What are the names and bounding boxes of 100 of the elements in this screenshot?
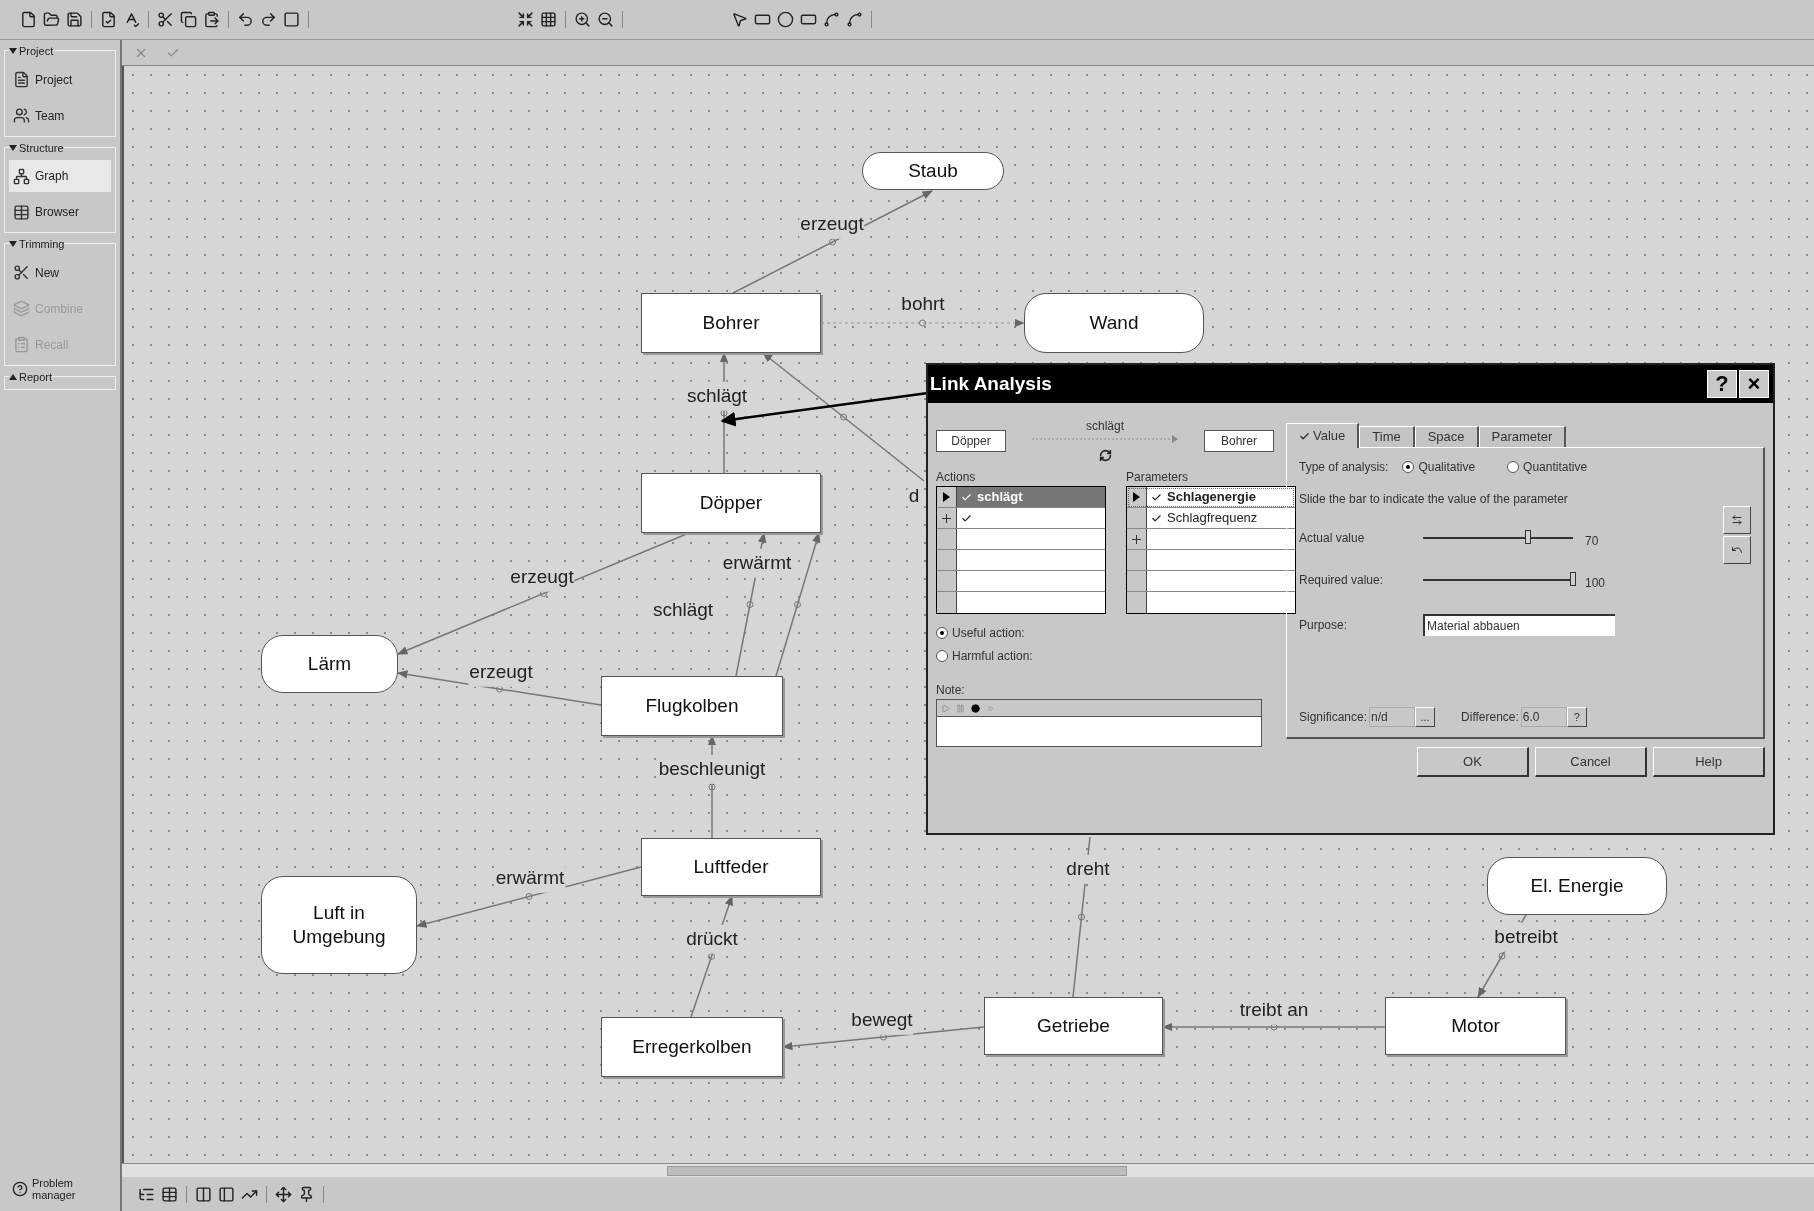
list-icon[interactable] [161,1185,178,1203]
difference-field[interactable]: 6.0 [1520,707,1567,727]
field-label: Type of analysis: [1299,459,1389,476]
zoom-out-icon[interactable] [597,11,614,28]
pointer-icon[interactable] [731,11,748,28]
help-icon [12,1181,28,1197]
scissors-icon [13,264,30,281]
graph-node[interactable]: Luftfeder [641,838,821,896]
help-button[interactable]: ? [1566,707,1587,727]
browse-button[interactable]: ... [1415,707,1436,727]
record-icon[interactable] [971,703,980,713]
significance-field[interactable]: n/d [1369,707,1416,727]
graph-node[interactable]: Luft in Umgebung [261,876,417,974]
title-bar-button[interactable]: × [1739,370,1769,398]
square-icon[interactable] [283,11,300,28]
note-field[interactable] [936,699,1262,747]
curve-icon[interactable] [823,11,840,28]
slider-thumb[interactable] [1525,530,1531,544]
pin-icon[interactable] [298,1185,315,1203]
graph-node[interactable]: Döpper [641,473,821,533]
panel-icon[interactable] [195,1185,212,1203]
title-bar-button[interactable]: ? [1707,370,1737,398]
row-header[interactable] [1127,592,1147,613]
row-header[interactable] [1127,508,1147,528]
move-icon[interactable] [275,1185,292,1203]
sidebar-item[interactable]: Team [9,99,111,132]
grid-row[interactable] [937,529,1105,550]
caret-icon[interactable] [9,373,17,380]
grid-row[interactable] [1127,529,1295,550]
sidebar-item[interactable]: New [9,256,111,289]
graph-node[interactable]: Wand [1024,293,1204,353]
sidebar-item[interactable]: Graph [9,160,111,192]
row-header[interactable] [1127,487,1147,507]
graph-node[interactable]: Bohrer [641,293,821,353]
sidebar-icon[interactable] [218,1185,235,1203]
horizontal-scrollbar[interactable] [122,1163,1814,1177]
document-check-icon[interactable] [100,11,117,28]
tab[interactable]: Time [1359,426,1415,447]
dialog-button[interactable]: OK [1417,747,1529,777]
slider-thumb[interactable] [1570,572,1576,586]
row-header[interactable] [937,592,957,613]
grid-row[interactable]: schlägt [937,487,1105,508]
tab[interactable]: Space [1414,426,1479,447]
row-header[interactable] [1127,529,1147,549]
save-icon[interactable] [66,11,83,28]
row-header[interactable] [937,487,957,507]
row-header[interactable] [937,550,957,570]
refresh-icon[interactable] [1098,449,1112,462]
group-title: Project [19,44,54,59]
graph-node[interactable]: Erregerkolben [601,1017,783,1077]
document-icon [13,71,30,88]
tab[interactable]: Value [1286,423,1360,448]
grid-row[interactable] [1127,571,1295,592]
caret-icon[interactable] [9,241,17,248]
new-file-icon[interactable] [20,11,37,28]
ellipse-icon[interactable] [777,11,794,28]
row-header[interactable] [1127,571,1147,591]
radio-button[interactable] [936,627,948,639]
graph-node[interactable]: Motor [1385,997,1566,1055]
radio-button[interactable] [936,650,948,662]
side-button[interactable] [1723,506,1751,534]
grid-row[interactable]: Schlagenergie [1127,487,1295,508]
tab[interactable]: Parameter [1478,426,1567,447]
dialog-button[interactable]: Help [1653,747,1765,777]
redo-icon[interactable] [260,11,277,28]
copy-icon[interactable] [180,11,197,28]
row-header[interactable] [1127,550,1147,570]
grid-row[interactable] [937,550,1105,571]
problem-manager-button[interactable]: Problem manager [4,1177,104,1201]
zoom-in-icon[interactable] [574,11,591,28]
caret-icon[interactable] [9,48,17,55]
sidebar-item[interactable]: Project [9,63,111,96]
sidebar-item[interactable]: Browser [9,196,111,228]
grid-row[interactable]: Schlagfrequenz [1127,508,1295,529]
row-header[interactable] [937,529,957,549]
cut-icon[interactable] [157,11,174,28]
radio-button[interactable] [1402,461,1415,473]
graph-node[interactable]: Lärm [261,635,398,693]
caret-icon[interactable] [9,144,17,151]
purpose-field[interactable]: Material abbauen [1423,614,1615,636]
grid-row[interactable] [1127,550,1295,571]
radio-button[interactable] [1507,461,1520,473]
grid-icon[interactable] [540,11,557,28]
undo-icon[interactable] [237,11,254,28]
graph-node[interactable]: El. Energie [1487,857,1667,915]
graph-node[interactable]: Getriebe [984,997,1163,1055]
folder-icon[interactable] [43,11,60,28]
window-title: Link Analysis [930,371,1052,396]
row-header[interactable] [937,571,957,591]
hint-text: Slide the bar to indicate the value of the parameter [1299,491,1569,508]
row-label: Schlagfrequenz [1167,509,1258,528]
paste-icon[interactable] [203,11,220,28]
grid-row[interactable] [937,571,1105,592]
graph-node[interactable]: Staub [862,152,1004,190]
scrollbar-thumb[interactable] [667,1165,1127,1176]
row-header[interactable] [937,508,957,528]
side-button[interactable] [1723,536,1751,564]
dialog-button[interactable]: Cancel [1535,747,1647,777]
graph-node[interactable]: Flugkolben [601,676,783,736]
fit-icon[interactable] [517,11,534,28]
